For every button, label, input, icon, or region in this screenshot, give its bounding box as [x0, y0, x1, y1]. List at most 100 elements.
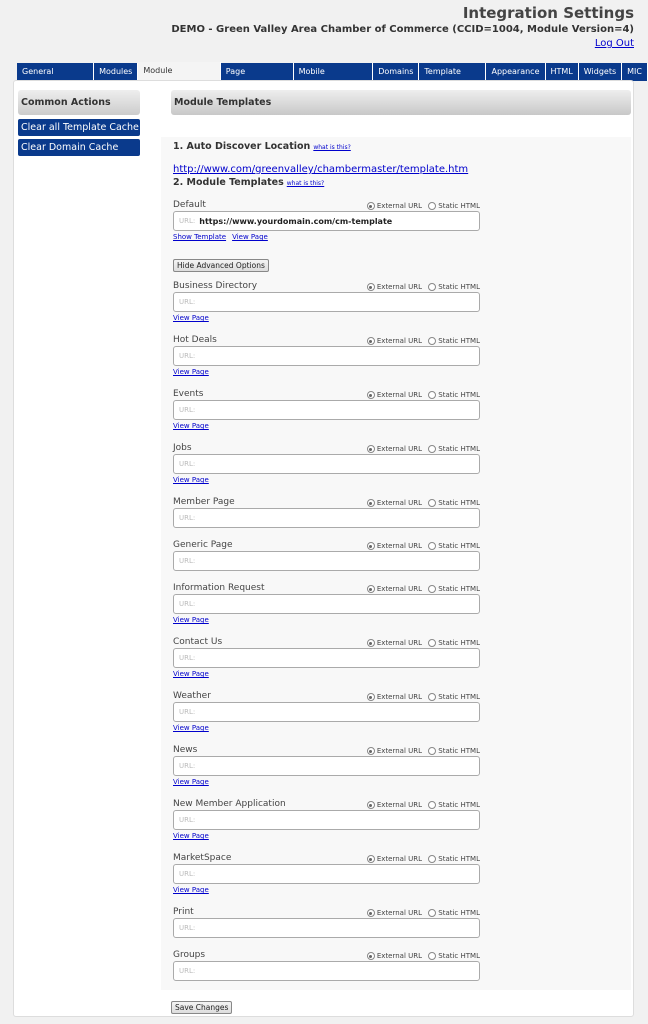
static-html-radio[interactable]: [428, 693, 437, 701]
print-url-input[interactable]: URL:: [173, 918, 480, 938]
url-prefix: URL:: [179, 762, 196, 770]
mode-radios: External URL Static HTML: [366, 283, 480, 291]
default-url-input[interactable]: URL: https://www.yourdomain.com/cm-templa…: [173, 211, 480, 231]
field-events: Events External URL Static HTML URL: View…: [173, 386, 480, 433]
information-request-url-input[interactable]: URL:: [173, 594, 480, 614]
external-url-radio[interactable]: [366, 337, 375, 345]
view-page-link[interactable]: View Page: [173, 778, 209, 786]
show-template-link[interactable]: Show Template: [173, 233, 226, 241]
view-page-link[interactable]: View Page: [173, 476, 209, 484]
save-changes-button[interactable]: Save Changes: [171, 1001, 233, 1014]
external-url-radio[interactable]: [366, 445, 375, 453]
external-url-radio[interactable]: [366, 202, 375, 210]
contact-us-url-input[interactable]: URL:: [173, 648, 480, 668]
what-is-this-link[interactable]: what is this?: [287, 180, 324, 187]
radio-label: Static HTML: [438, 639, 480, 647]
external-url-radio[interactable]: [366, 639, 375, 647]
view-page-link[interactable]: View Page: [173, 670, 209, 678]
weather-url-input[interactable]: URL:: [173, 702, 480, 722]
module-templates-label: 2. Module Templates: [173, 177, 284, 188]
radio-label: External URL: [376, 585, 423, 593]
field-contact-us: Contact Us External URL Static HTML URL:…: [173, 634, 480, 681]
static-html-radio[interactable]: [428, 391, 437, 399]
radio-label: Static HTML: [438, 855, 480, 863]
view-page-link[interactable]: View Page: [173, 616, 209, 624]
external-url-radio[interactable]: [366, 585, 375, 593]
events-url-input[interactable]: URL:: [173, 400, 480, 420]
what-is-this-link[interactable]: what is this?: [313, 144, 350, 151]
field-label: New Member Application: [173, 799, 286, 809]
static-html-radio[interactable]: [428, 283, 437, 291]
clear-template-cache-button[interactable]: Clear all Template Cache: [18, 119, 140, 136]
tab-mobile-templates[interactable]: Mobile Templates: [293, 63, 374, 94]
view-page-link[interactable]: View Page: [232, 233, 268, 241]
field-label: Groups: [173, 950, 206, 960]
radio-label: Static HTML: [438, 542, 480, 550]
mode-radios: External URL Static HTML: [366, 952, 480, 960]
external-url-radio[interactable]: [366, 283, 375, 291]
external-url-radio[interactable]: [366, 801, 375, 809]
page-title: Integration Settings: [462, 4, 634, 22]
static-html-radio[interactable]: [428, 585, 437, 593]
field-label: News: [173, 745, 198, 755]
clear-domain-cache-button[interactable]: Clear Domain Cache: [18, 139, 140, 156]
marketspace-url-input[interactable]: URL:: [173, 864, 480, 884]
external-url-radio[interactable]: [366, 952, 375, 960]
auto-discover-url-link[interactable]: http://www.com/greenvalley/chambermaster…: [173, 164, 631, 175]
tab-general-settings[interactable]: General Settings: [17, 63, 95, 94]
view-page-link[interactable]: View Page: [173, 368, 209, 376]
tab-mic[interactable]: MIC: [622, 63, 648, 81]
field-print: Print External URL Static HTML URL:: [173, 904, 480, 938]
static-html-radio[interactable]: [428, 801, 437, 809]
view-page-link[interactable]: View Page: [173, 886, 209, 894]
static-html-radio[interactable]: [428, 445, 437, 453]
hot-deals-url-input[interactable]: URL:: [173, 346, 480, 366]
static-html-radio[interactable]: [428, 499, 437, 507]
static-html-radio[interactable]: [428, 855, 437, 863]
static-html-radio[interactable]: [428, 542, 437, 550]
new-member-application-url-input[interactable]: URL:: [173, 810, 480, 830]
external-url-radio[interactable]: [366, 909, 375, 917]
groups-url-input[interactable]: URL:: [173, 961, 480, 981]
jobs-url-input[interactable]: URL:: [173, 454, 480, 474]
static-html-radio[interactable]: [428, 747, 437, 755]
generic-page-url-input[interactable]: URL:: [173, 551, 480, 571]
external-url-radio[interactable]: [366, 499, 375, 507]
external-url-radio[interactable]: [366, 391, 375, 399]
mode-radios: External URL Static HTML: [366, 747, 480, 755]
tab-template-tags[interactable]: Template Tags: [419, 63, 487, 94]
field-label: Generic Page: [173, 540, 233, 550]
radio-label: Static HTML: [438, 445, 480, 453]
static-html-radio[interactable]: [428, 909, 437, 917]
tab-modules[interactable]: Modules: [94, 63, 139, 81]
tab-appearance[interactable]: Appearance: [486, 63, 546, 81]
member-page-url-input[interactable]: URL:: [173, 508, 480, 528]
external-url-radio[interactable]: [366, 693, 375, 701]
static-html-radio[interactable]: [428, 952, 437, 960]
news-url-input[interactable]: URL:: [173, 756, 480, 776]
view-page-link[interactable]: View Page: [173, 422, 209, 430]
tab-html[interactable]: HTML: [545, 63, 579, 81]
url-prefix: URL:: [179, 217, 196, 225]
external-url-radio[interactable]: [366, 855, 375, 863]
mode-radios: External URL Static HTML: [366, 337, 480, 345]
static-html-radio[interactable]: [428, 337, 437, 345]
view-page-link[interactable]: View Page: [173, 314, 209, 322]
hide-advanced-options-button[interactable]: Hide Advanced Options: [173, 259, 269, 272]
tab-widgets[interactable]: Widgets: [578, 63, 623, 81]
business-directory-url-input[interactable]: URL:: [173, 292, 480, 312]
static-html-radio[interactable]: [428, 202, 437, 210]
external-url-radio[interactable]: [366, 542, 375, 550]
tab-module-templates[interactable]: Module Templates: [138, 62, 221, 93]
tab-domains[interactable]: Domains: [373, 63, 420, 81]
radio-label: External URL: [376, 337, 423, 345]
field-default: Default External URL Static HTML URL: htt…: [173, 197, 480, 244]
logout-link[interactable]: Log Out: [595, 38, 634, 49]
view-page-link[interactable]: View Page: [173, 832, 209, 840]
tab-page-templates[interactable]: Page Templates: [220, 63, 294, 94]
static-html-radio[interactable]: [428, 639, 437, 647]
radio-label: External URL: [376, 391, 423, 399]
external-url-radio[interactable]: [366, 747, 375, 755]
field-label: Default: [173, 200, 206, 210]
view-page-link[interactable]: View Page: [173, 724, 209, 732]
